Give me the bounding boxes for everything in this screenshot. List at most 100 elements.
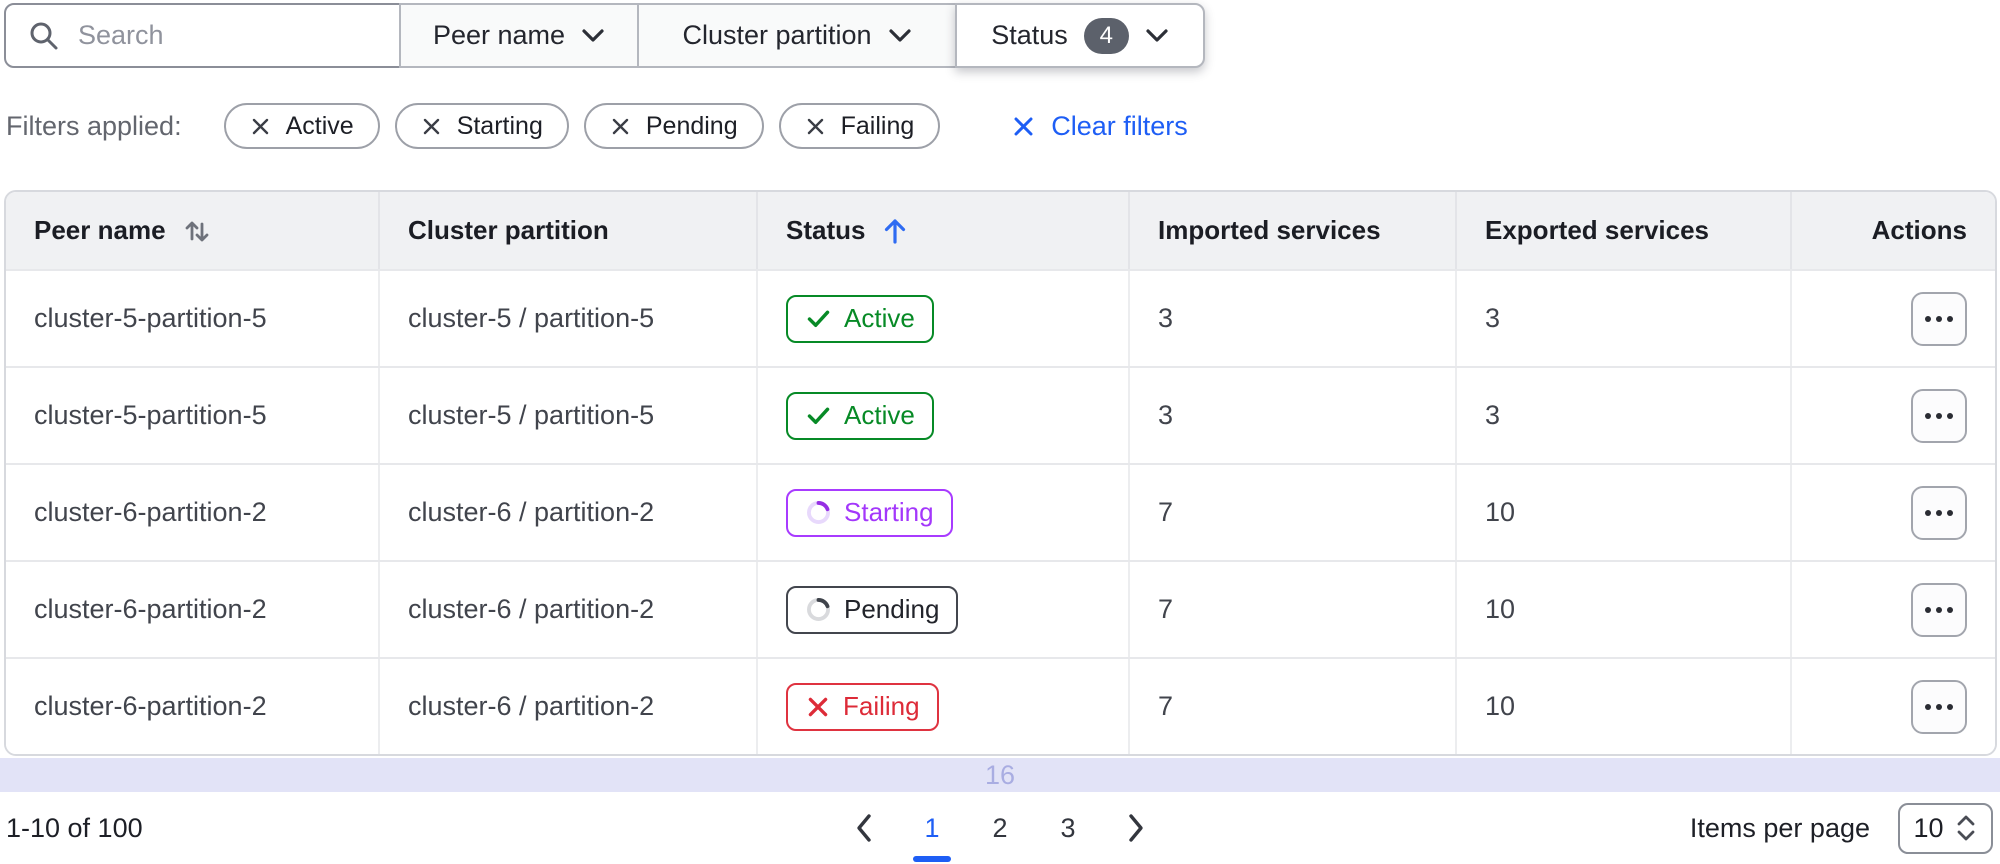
cell-cluster-partition: cluster-6 / partition-2: [378, 562, 756, 657]
row-actions-more-button[interactable]: [1911, 582, 1967, 637]
filter-chip-label: Failing: [840, 111, 915, 140]
status-badge: Active: [786, 294, 934, 343]
filter-chip-label: Starting: [456, 111, 543, 140]
filters-applied-row: Filters applied: Active Starting Pending…: [6, 103, 1188, 149]
chevron-left-icon[interactable]: [842, 796, 886, 860]
pager: 1 2 3: [842, 796, 1158, 862]
table-row: cluster-6-partition-2 cluster-6 / partit…: [6, 657, 1995, 754]
filters-applied-label: Filters applied:: [6, 110, 182, 141]
sort-icon: [182, 215, 212, 247]
items-per-page: Items per page 10: [1690, 792, 1993, 864]
table-row: cluster-5-partition-5 cluster-5 / partit…: [6, 366, 1995, 463]
pagination-range-label: 1-10 of 100: [6, 812, 143, 843]
overflow-row-band: 16: [0, 758, 2000, 792]
row-actions-more-button[interactable]: [1911, 485, 1967, 540]
cell-status: Failing: [756, 659, 1128, 754]
column-header-label: Status: [786, 215, 866, 245]
column-header-peer-name[interactable]: Peer name: [6, 192, 378, 269]
cluster-peers-page: Peer name Cluster partition Status 4 Fil…: [0, 0, 2000, 864]
status-filter-count-badge: 4: [1083, 17, 1129, 54]
cell-status: Active: [756, 271, 1128, 366]
row-actions-more-button[interactable]: [1911, 291, 1967, 346]
cell-cluster-partition: cluster-6 / partition-2: [378, 659, 756, 754]
cell-imported-services: 3: [1128, 271, 1455, 366]
clear-filters-label: Clear filters: [1051, 110, 1188, 141]
table-header-row: Peer name Cluster partition Status Impor…: [6, 192, 1995, 269]
status-filter-label: Status: [991, 20, 1068, 50]
cell-peer-name: cluster-6-partition-2: [34, 594, 267, 624]
column-header-label: Actions: [1871, 215, 1967, 245]
cell-imported-services: 3: [1128, 368, 1455, 463]
items-per-page-label: Items per page: [1689, 812, 1870, 843]
filter-chip-pending[interactable]: Pending: [583, 103, 764, 149]
filter-chip-active[interactable]: Active: [223, 103, 380, 149]
table-row: cluster-5-partition-5 cluster-5 / partit…: [6, 269, 1995, 366]
status-badge: Starting: [786, 488, 953, 537]
chevron-down-icon: [581, 28, 605, 44]
search-icon: [28, 20, 60, 52]
spinner-icon: [805, 499, 832, 526]
row-actions-more-button[interactable]: [1911, 388, 1967, 443]
peer-name-filter-dropdown[interactable]: Peer name: [399, 3, 639, 68]
cell-status: Pending: [756, 562, 1128, 657]
cell-exported-services: 10: [1455, 659, 1790, 754]
close-icon[interactable]: [610, 116, 631, 137]
column-header-label: Peer name: [34, 215, 166, 245]
page-button-2[interactable]: 2: [978, 796, 1022, 860]
cell-exported-services: 10: [1455, 562, 1790, 657]
items-per-page-value: 10: [1913, 812, 1944, 843]
cell-actions: [1790, 562, 1995, 657]
cluster-partition-filter-dropdown[interactable]: Cluster partition: [637, 3, 957, 68]
page-button-3[interactable]: 3: [1046, 796, 1090, 860]
chevron-down-icon: [888, 28, 912, 44]
status-badge-label: Starting: [844, 497, 934, 527]
x-icon: [805, 694, 831, 720]
close-icon: [1011, 114, 1036, 139]
overflow-row-value: 16: [984, 759, 1016, 790]
close-icon[interactable]: [421, 116, 442, 137]
status-badge-label: Failing: [843, 691, 920, 721]
row-actions-more-button[interactable]: [1911, 679, 1967, 734]
cell-peer-name: cluster-6-partition-2: [34, 497, 267, 527]
close-icon[interactable]: [250, 116, 271, 137]
spinner-icon: [805, 596, 832, 623]
cell-cluster-partition: cluster-6 / partition-2: [378, 465, 756, 560]
cell-exported-services: 10: [1455, 465, 1790, 560]
cell-status: Starting: [756, 465, 1128, 560]
filter-toolbar: Peer name Cluster partition Status 4: [4, 3, 1205, 68]
status-filter-dropdown[interactable]: Status 4: [955, 3, 1205, 68]
cell-peer-name: cluster-5-partition-5: [34, 400, 267, 430]
close-icon[interactable]: [805, 116, 826, 137]
clear-filters-button[interactable]: Clear filters: [1011, 111, 1188, 142]
page-button-1[interactable]: 1: [910, 796, 954, 862]
peers-table: Peer name Cluster partition Status Impor…: [4, 190, 1997, 756]
items-per-page-select[interactable]: 10: [1898, 802, 1993, 854]
search-box[interactable]: [4, 3, 401, 68]
column-header-status[interactable]: Status: [756, 192, 1128, 269]
column-header-imported-services: Imported services: [1128, 192, 1455, 269]
filter-chip-starting[interactable]: Starting: [394, 103, 569, 149]
cell-actions: [1790, 465, 1995, 560]
cell-actions: [1790, 368, 1995, 463]
check-icon: [805, 402, 832, 429]
column-header-actions: Actions: [1790, 192, 1995, 269]
chevron-right-icon[interactable]: [1114, 796, 1158, 860]
check-icon: [805, 305, 832, 332]
cell-peer-name: cluster-6-partition-2: [34, 691, 267, 721]
cell-peer-name: cluster-5-partition-5: [34, 303, 267, 333]
cell-exported-services: 3: [1455, 368, 1790, 463]
cell-status: Active: [756, 368, 1128, 463]
filter-chip-failing[interactable]: Failing: [778, 103, 941, 149]
column-header-label: Cluster partition: [408, 215, 609, 245]
search-input[interactable]: [78, 20, 383, 51]
cell-imported-services: 7: [1128, 562, 1455, 657]
cluster-partition-filter-label: Cluster partition: [682, 20, 872, 50]
cell-actions: [1790, 659, 1995, 754]
column-header-label: Imported services: [1158, 215, 1381, 245]
status-badge-label: Active: [844, 400, 915, 430]
table-row: cluster-6-partition-2 cluster-6 / partit…: [6, 463, 1995, 560]
column-header-label: Exported services: [1485, 215, 1710, 245]
chevron-down-icon: [1145, 28, 1169, 44]
cell-cluster-partition: cluster-5 / partition-5: [378, 271, 756, 366]
status-badge-label: Pending: [844, 594, 940, 624]
